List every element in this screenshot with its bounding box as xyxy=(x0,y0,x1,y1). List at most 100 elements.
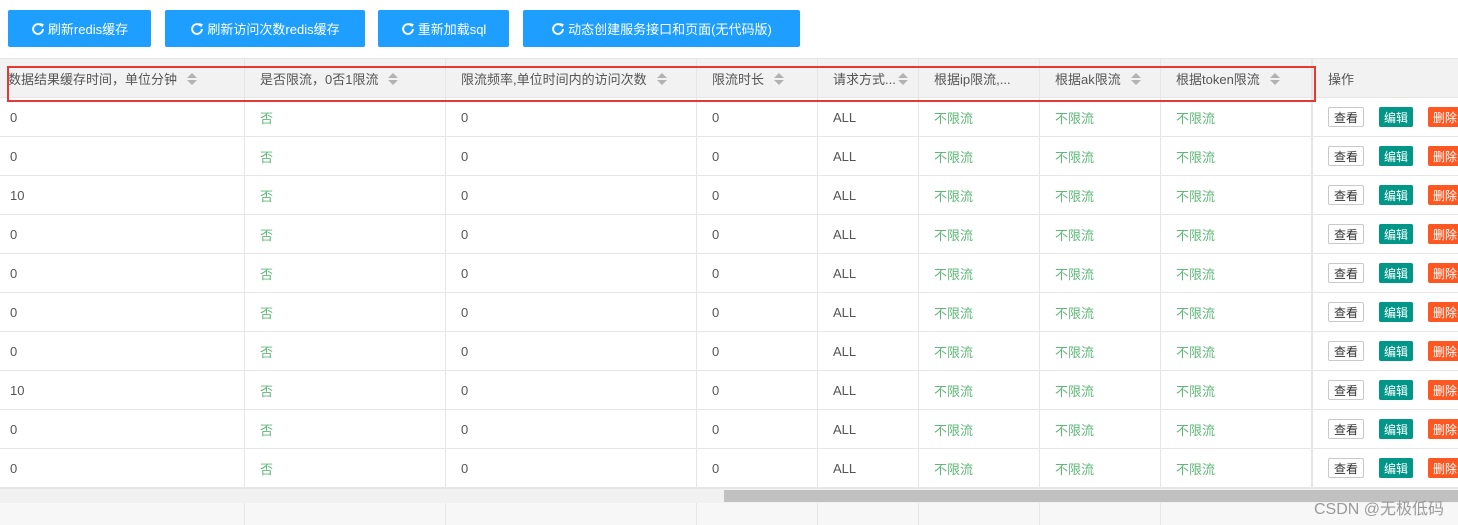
sort-icon[interactable] xyxy=(774,72,785,85)
column-header-ip-limit[interactable]: 根据ip限流,... xyxy=(919,59,1040,98)
column-header-label: 限流频率,单位时间内的访问次数 xyxy=(461,72,647,87)
cell-actions: 查看 编辑 删除 xyxy=(1312,293,1458,331)
delete-button[interactable]: 删除 xyxy=(1428,458,1458,478)
view-button[interactable]: 查看 xyxy=(1328,263,1365,283)
reload-sql-button[interactable]: 重新加载sql xyxy=(378,10,509,47)
delete-button[interactable]: 删除 xyxy=(1428,302,1458,322)
edit-button[interactable]: 编辑 xyxy=(1379,419,1414,439)
edit-button[interactable]: 编辑 xyxy=(1379,302,1414,322)
cell-request-method: ALL xyxy=(818,293,919,331)
view-button[interactable]: 查看 xyxy=(1328,380,1365,400)
edit-button[interactable]: 编辑 xyxy=(1379,146,1414,166)
delete-button[interactable]: 删除 xyxy=(1428,107,1458,127)
refresh-visit-count-cache-button[interactable]: 刷新访问次数redis缓存 xyxy=(165,10,365,47)
cell-token-limit: 不限流 xyxy=(1161,332,1312,370)
edit-button[interactable]: 编辑 xyxy=(1379,458,1414,478)
delete-button[interactable]: 删除 xyxy=(1428,224,1458,244)
delete-button[interactable]: 删除 xyxy=(1428,146,1458,166)
sort-icon[interactable] xyxy=(388,72,399,85)
view-button[interactable]: 查看 xyxy=(1328,341,1365,361)
cell-token-limit: 不限流 xyxy=(1161,98,1312,136)
view-button[interactable]: 查看 xyxy=(1328,185,1365,205)
cell-rate-limit-duration: 0 xyxy=(697,371,818,409)
table-row[interactable]: 0 否 0 0 ALL 不限流 不限流 不限流 查看 编辑 删除 xyxy=(0,137,1458,176)
refresh-redis-cache-label: 刷新redis缓存 xyxy=(47,22,129,37)
table-row[interactable]: 0 否 0 0 ALL 不限流 不限流 不限流 查看 编辑 删除 xyxy=(0,410,1458,449)
cell-rate-limit-duration: 0 xyxy=(697,332,818,370)
sort-icon[interactable] xyxy=(1130,72,1141,85)
column-header-label: 根据token限流 xyxy=(1176,72,1260,87)
cell-actions: 查看 编辑 删除 xyxy=(1312,371,1458,409)
edit-button[interactable]: 编辑 xyxy=(1379,107,1414,127)
cell-token-limit: 不限流 xyxy=(1161,176,1312,214)
sort-icon[interactable] xyxy=(187,72,198,85)
cell-cache-time: 0 xyxy=(0,98,245,136)
cell-request-method: ALL xyxy=(818,215,919,253)
refresh-icon xyxy=(551,22,565,36)
cell-request-method: ALL xyxy=(818,332,919,370)
edit-button[interactable]: 编辑 xyxy=(1379,263,1414,283)
view-button[interactable]: 查看 xyxy=(1328,146,1365,166)
cell-ip-limit: 不限流 xyxy=(919,410,1040,448)
delete-button[interactable]: 删除 xyxy=(1428,341,1458,361)
column-header-rate-limit-flag[interactable]: 是否限流，0否1限流 xyxy=(245,59,446,98)
cell-ak-limit: 不限流 xyxy=(1040,137,1161,175)
column-header-request-method[interactable]: 请求方式... xyxy=(818,59,919,98)
create-service-label: 动态创建服务接口和页面(无代码版) xyxy=(568,22,772,37)
column-header-token-limit[interactable]: 根据token限流 xyxy=(1161,59,1312,98)
edit-button[interactable]: 编辑 xyxy=(1379,224,1414,244)
table-row[interactable]: 0 否 0 0 ALL 不限流 不限流 不限流 查看 编辑 删除 xyxy=(0,332,1458,371)
column-divider xyxy=(817,503,818,525)
edit-button[interactable]: 编辑 xyxy=(1379,185,1414,205)
cell-ip-limit: 不限流 xyxy=(919,371,1040,409)
view-button[interactable]: 查看 xyxy=(1328,302,1365,322)
cell-rate-limit-duration: 0 xyxy=(697,254,818,292)
edit-button[interactable]: 编辑 xyxy=(1379,341,1414,361)
cell-ak-limit: 不限流 xyxy=(1040,293,1161,331)
cell-rate-limit-frequency: 0 xyxy=(446,410,697,448)
cell-ip-limit: 不限流 xyxy=(919,332,1040,370)
cell-cache-time: 0 xyxy=(0,254,245,292)
cell-rate-limit-frequency: 0 xyxy=(446,176,697,214)
create-service-button[interactable]: 动态创建服务接口和页面(无代码版) xyxy=(523,10,800,47)
cell-rate-limit-flag: 否 xyxy=(245,254,446,292)
column-divider xyxy=(244,503,245,525)
cell-actions: 查看 编辑 删除 xyxy=(1312,332,1458,370)
table-row[interactable]: 0 否 0 0 ALL 不限流 不限流 不限流 查看 编辑 删除 xyxy=(0,449,1458,488)
view-button[interactable]: 查看 xyxy=(1328,107,1365,127)
edit-button[interactable]: 编辑 xyxy=(1379,380,1414,400)
table-header: 数据结果缓存时间，单位分钟 是否限流，0否1限流 限流频率,单位时间内的访问次数… xyxy=(0,58,1458,98)
cell-ip-limit: 不限流 xyxy=(919,215,1040,253)
cell-token-limit: 不限流 xyxy=(1161,410,1312,448)
table-row[interactable]: 0 否 0 0 ALL 不限流 不限流 不限流 查看 编辑 删除 xyxy=(0,254,1458,293)
delete-button[interactable]: 删除 xyxy=(1428,263,1458,283)
cell-token-limit: 不限流 xyxy=(1161,137,1312,175)
table-row[interactable]: 10 否 0 0 ALL 不限流 不限流 不限流 查看 编辑 删除 xyxy=(0,371,1458,410)
view-button[interactable]: 查看 xyxy=(1328,458,1365,478)
refresh-redis-cache-button[interactable]: 刷新redis缓存 xyxy=(8,10,151,47)
column-header-cache-time[interactable]: 数据结果缓存时间，单位分钟 xyxy=(0,59,245,98)
sort-icon[interactable] xyxy=(897,72,908,85)
column-header-rate-limit-duration[interactable]: 限流时长 xyxy=(697,59,818,98)
table-row[interactable]: 0 否 0 0 ALL 不限流 不限流 不限流 查看 编辑 删除 xyxy=(0,293,1458,332)
cell-ak-limit: 不限流 xyxy=(1040,176,1161,214)
cell-actions: 查看 编辑 删除 xyxy=(1312,176,1458,214)
view-button[interactable]: 查看 xyxy=(1328,224,1365,244)
cell-cache-time: 0 xyxy=(0,137,245,175)
column-header-rate-limit-frequency[interactable]: 限流频率,单位时间内的访问次数 xyxy=(446,59,697,98)
table-row[interactable]: 0 否 0 0 ALL 不限流 不限流 不限流 查看 编辑 删除 xyxy=(0,215,1458,254)
delete-button[interactable]: 删除 xyxy=(1428,419,1458,439)
column-header-ak-limit[interactable]: 根据ak限流 xyxy=(1040,59,1161,98)
table-row[interactable]: 10 否 0 0 ALL 不限流 不限流 不限流 查看 编辑 删除 xyxy=(0,176,1458,215)
view-button[interactable]: 查看 xyxy=(1328,419,1365,439)
cell-rate-limit-frequency: 0 xyxy=(446,215,697,253)
refresh-icon xyxy=(190,22,204,36)
cell-rate-limit-flag: 否 xyxy=(245,137,446,175)
column-divider xyxy=(918,503,919,525)
delete-button[interactable]: 删除 xyxy=(1428,380,1458,400)
table-row[interactable]: 0 否 0 0 ALL 不限流 不限流 不限流 查看 编辑 删除 xyxy=(0,98,1458,137)
cell-token-limit: 不限流 xyxy=(1161,254,1312,292)
delete-button[interactable]: 删除 xyxy=(1428,185,1458,205)
sort-icon[interactable] xyxy=(656,72,667,85)
sort-icon[interactable] xyxy=(1269,72,1280,85)
